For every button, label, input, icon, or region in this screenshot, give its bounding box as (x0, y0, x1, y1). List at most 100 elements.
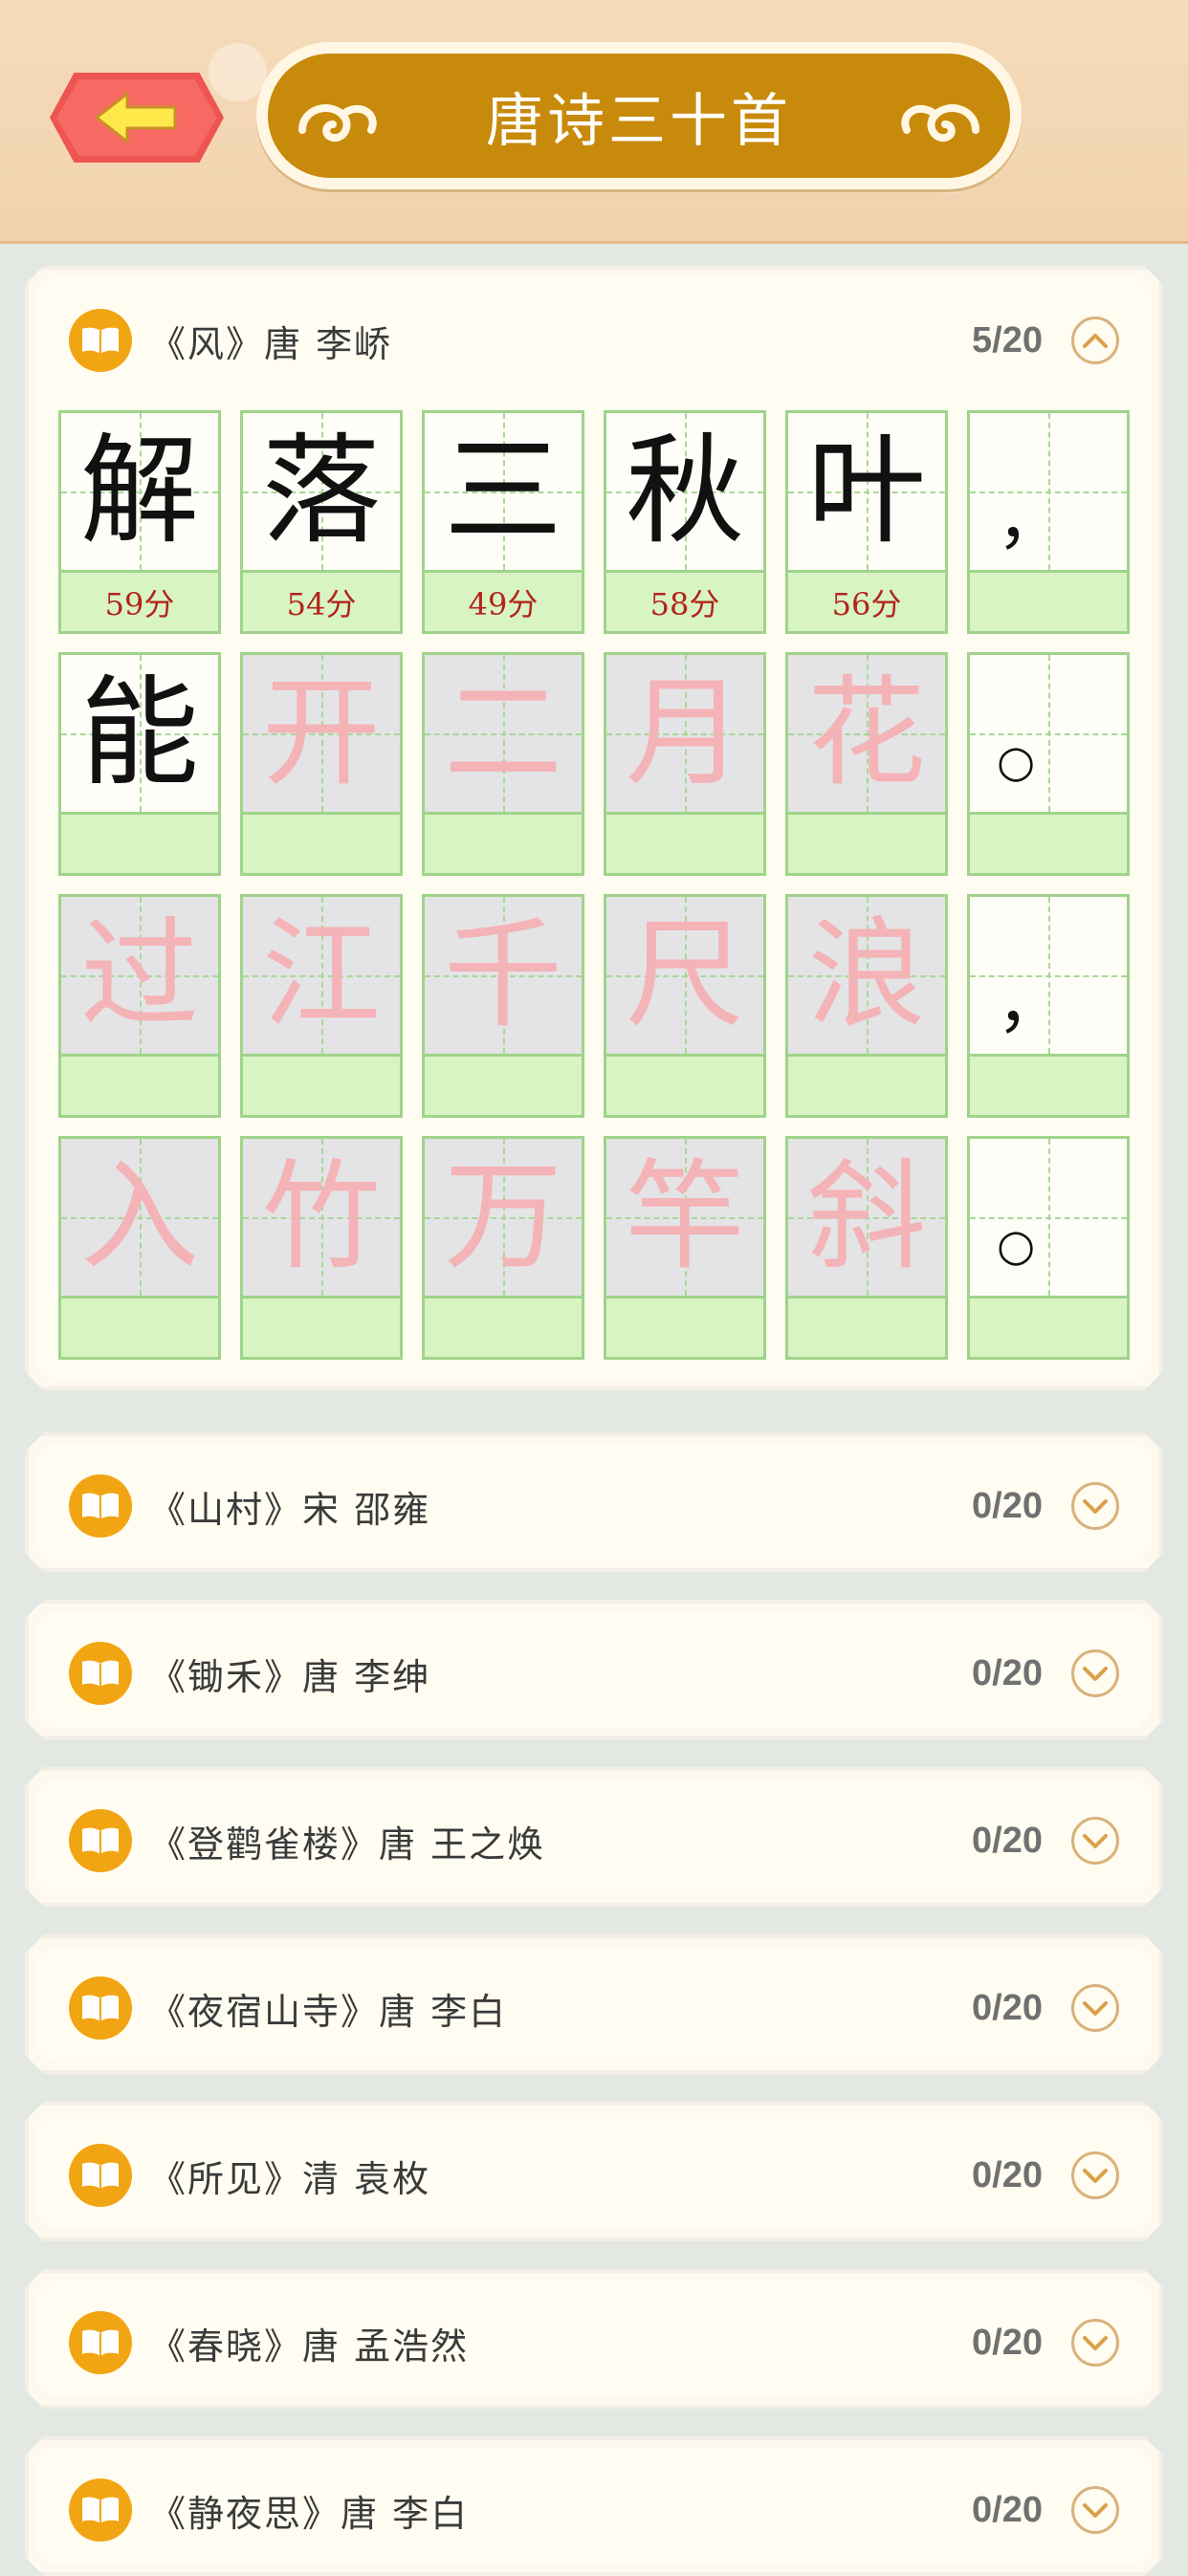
poem-title: 《锄禾》唐 李绅 (149, 1655, 431, 1698)
book-icon (69, 1809, 132, 1872)
character-glyph: 江 (261, 906, 381, 1044)
character-cell[interactable]: 花 (785, 652, 948, 876)
character-glyph: 解 (79, 423, 199, 560)
poem-card-header[interactable]: 《山村》宋 邵雍 0/20 (69, 1468, 1119, 1544)
chevron-down-icon[interactable] (1071, 2486, 1119, 2534)
character-score (970, 570, 1127, 631)
poem-card-header[interactable]: 《登鹳雀楼》唐 王之焕 0/20 (69, 1802, 1119, 1879)
book-icon (69, 2144, 132, 2207)
cloud-swirl-left-icon (298, 104, 377, 142)
chevron-down-icon[interactable] (1071, 1817, 1119, 1865)
character-score (243, 1296, 400, 1357)
character-score (606, 812, 763, 873)
character-score: 49分 (425, 570, 582, 631)
character-score (61, 1054, 218, 1115)
character-score (970, 1054, 1127, 1115)
character-score (606, 1054, 763, 1115)
character-glyph: 二 (443, 665, 562, 802)
character-score (243, 1054, 400, 1115)
back-button[interactable] (50, 73, 224, 163)
character-cell[interactable]: 尺 (604, 894, 766, 1118)
character-cell[interactable]: 浪 (785, 894, 948, 1118)
poem-progress: 0/20 (972, 1987, 1043, 2028)
poem-card-header[interactable]: 《所见》清 袁枚 0/20 (69, 2137, 1119, 2214)
poem-card-header[interactable]: 《风》唐 李峤 5/20 (69, 302, 1119, 379)
character-cell[interactable]: 入 (58, 1136, 221, 1360)
character-cell[interactable]: 开 (240, 652, 403, 876)
character-score (970, 812, 1127, 873)
character-score (425, 812, 582, 873)
character-score (970, 1296, 1127, 1357)
character-score (788, 812, 945, 873)
book-icon (69, 1474, 132, 1538)
poem-card-collapsed[interactable]: 《锄禾》唐 李绅 0/20 (25, 1600, 1163, 1739)
character-cell[interactable]: 叶 56分 (785, 410, 948, 634)
character-cell[interactable]: 斜 (785, 1136, 948, 1360)
character-cell[interactable]: 万 (422, 1136, 584, 1360)
character-cell[interactable]: 秋 58分 (604, 410, 766, 634)
poem-card-collapsed[interactable]: 《春晓》唐 孟浩然 0/20 (25, 2269, 1163, 2409)
character-cell[interactable]: 三 49分 (422, 410, 584, 634)
cloud-swirl-right-icon (901, 104, 979, 142)
poem-card-header[interactable]: 《夜宿山寺》唐 李白 0/20 (69, 1970, 1119, 2046)
book-icon (69, 2478, 132, 2542)
character-score: 58分 (606, 570, 763, 631)
arrow-left-icon (95, 92, 177, 143)
character-cell: ， (967, 410, 1130, 634)
poem-progress: 5/20 (972, 319, 1043, 360)
character-score: 56分 (788, 570, 945, 631)
character-score (425, 1296, 582, 1357)
chevron-down-icon[interactable] (1071, 1649, 1119, 1697)
character-score (788, 1054, 945, 1115)
character-cell[interactable]: 千 (422, 894, 584, 1118)
poem-card-collapsed[interactable]: 《静夜思》唐 李白 0/20 (25, 2436, 1163, 2576)
character-glyph: ○ (997, 735, 1036, 787)
character-score (243, 812, 400, 873)
character-glyph: 浪 (806, 906, 926, 1044)
poem-progress: 0/20 (972, 1820, 1043, 1861)
title-banner: 唐诗三十首 (256, 42, 1022, 189)
character-cell[interactable]: 竿 (604, 1136, 766, 1360)
character-cell[interactable]: 竹 (240, 1136, 403, 1360)
poem-card-collapsed[interactable]: 《登鹳雀楼》唐 王之焕 0/20 (25, 1767, 1163, 1907)
poem-progress: 0/20 (972, 1485, 1043, 1526)
character-cell[interactable]: 二 (422, 652, 584, 876)
poem-title: 《夜宿山寺》唐 李白 (149, 1990, 508, 2033)
character-cell: ， (967, 894, 1130, 1118)
character-cell[interactable]: 解 59分 (58, 410, 221, 634)
character-glyph: 叶 (806, 423, 926, 560)
chevron-down-icon[interactable] (1071, 2319, 1119, 2367)
poem-card-collapsed[interactable]: 《山村》宋 邵雍 0/20 (25, 1432, 1163, 1572)
character-cell[interactable]: 过 (58, 894, 221, 1118)
poem-card-header[interactable]: 《锄禾》唐 李绅 0/20 (69, 1635, 1119, 1712)
character-glyph: ○ (997, 1219, 1036, 1271)
poem-title: 《山村》宋 邵雍 (149, 1488, 431, 1531)
character-score: 59分 (61, 570, 218, 631)
character-glyph: ， (997, 964, 1064, 1042)
poem-card-header[interactable]: 《静夜思》唐 李白 0/20 (69, 2472, 1119, 2548)
character-score (425, 1054, 582, 1115)
character-glyph: 竿 (625, 1148, 744, 1286)
chevron-down-icon[interactable] (1071, 1984, 1119, 2032)
poem-progress: 0/20 (972, 1652, 1043, 1693)
character-cell[interactable]: 月 (604, 652, 766, 876)
chevron-down-icon[interactable] (1071, 2151, 1119, 2199)
character-glyph: 入 (79, 1148, 199, 1286)
poem-progress: 0/20 (972, 2322, 1043, 2363)
poem-title: 《风》唐 李峤 (149, 322, 393, 365)
character-score: 54分 (243, 570, 400, 631)
character-cell[interactable]: 江 (240, 894, 403, 1118)
poem-card-collapsed[interactable]: 《夜宿山寺》唐 李白 0/20 (25, 1934, 1163, 2074)
book-icon (69, 2311, 132, 2374)
character-glyph: 落 (261, 423, 381, 560)
poem-progress: 0/20 (972, 2154, 1043, 2195)
character-cell[interactable]: 落 54分 (240, 410, 403, 634)
chevron-down-icon[interactable] (1071, 1482, 1119, 1530)
poem-card-collapsed[interactable]: 《所见》清 袁枚 0/20 (25, 2102, 1163, 2241)
character-cell[interactable]: 能 (58, 652, 221, 876)
character-cell: ○ (967, 652, 1130, 876)
poem-card-header[interactable]: 《春晓》唐 孟浩然 0/20 (69, 2304, 1119, 2381)
book-icon (69, 309, 132, 372)
chevron-up-icon[interactable] (1071, 317, 1119, 364)
book-icon (69, 1642, 132, 1705)
